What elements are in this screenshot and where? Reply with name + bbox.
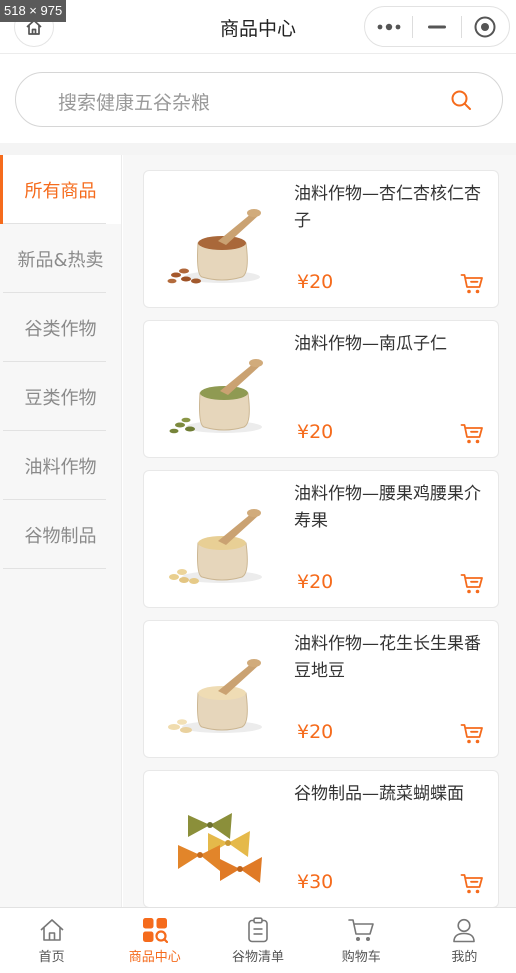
product-card[interactable]: 油料作物—南瓜子仁 ¥20 xyxy=(143,320,499,458)
tab-label: 商品中心 xyxy=(128,950,181,965)
product-price: ¥20 xyxy=(297,271,334,293)
more-dots-icon xyxy=(377,23,401,30)
sidebar-item-grain-products[interactable]: 谷物制品 xyxy=(0,500,121,569)
tab-label: 购物车 xyxy=(341,950,381,965)
sidebar-item-label: 新品&热卖 xyxy=(17,249,104,271)
product-price: ¥20 xyxy=(297,721,334,743)
add-to-cart-icon[interactable] xyxy=(460,723,484,745)
product-price: ¥20 xyxy=(297,421,334,443)
tab-grain-list[interactable]: 谷物清单 xyxy=(206,908,309,973)
minimize-icon xyxy=(427,25,446,28)
product-card[interactable]: 油料作物—腰果鸡腰果介寿果 ¥20 xyxy=(143,470,499,608)
cart-icon xyxy=(348,919,375,941)
grid-icon xyxy=(142,918,168,943)
tab-cart[interactable]: 购物车 xyxy=(310,908,413,973)
search-placeholder: 搜索健康五谷杂粮 xyxy=(58,92,211,114)
minimize-button[interactable] xyxy=(413,7,460,46)
product-image-farfalle-pasta xyxy=(178,813,262,883)
search-icon[interactable] xyxy=(450,89,472,111)
sidebar-item-label: 谷物制品 xyxy=(24,525,97,547)
product-card[interactable]: 油料作物—花生长生果番豆地豆 ¥20 xyxy=(143,620,499,758)
product-image-peanut-sack xyxy=(168,659,262,733)
tab-home[interactable]: 首页 xyxy=(0,908,103,973)
add-to-cart-icon[interactable] xyxy=(460,423,484,445)
sidebar-item-oil-crops[interactable]: 油料作物 xyxy=(0,431,121,500)
more-button[interactable] xyxy=(365,7,412,46)
clipboard-icon xyxy=(248,917,268,943)
product-price: ¥20 xyxy=(297,571,334,593)
nav-header: 518 × 975 商品中心 xyxy=(0,0,516,54)
add-to-cart-icon[interactable] xyxy=(460,573,484,595)
product-image-cashew-sack xyxy=(169,509,262,584)
mini-program-capsule xyxy=(364,6,510,47)
product-list: 油料作物—杏仁杏核仁杏子 ¥20 油料作物—南瓜子仁 ¥20 油料作物—腰果鸡腰… xyxy=(123,155,516,907)
sidebar-item-beans[interactable]: 豆类作物 xyxy=(0,362,121,431)
product-name: 油料作物—腰果鸡腰果介寿果 xyxy=(294,484,481,531)
add-to-cart-icon[interactable] xyxy=(460,873,484,895)
sidebar-item-label: 谷类作物 xyxy=(24,318,97,340)
product-image-pumpkin-seed-sack xyxy=(169,359,263,434)
product-name: 油料作物—杏仁杏核仁杏子 xyxy=(294,184,481,231)
sidebar-item-new-hot[interactable]: 新品&热卖 xyxy=(0,224,121,293)
sidebar-item-grains[interactable]: 谷类作物 xyxy=(0,293,121,362)
sidebar-item-all-products[interactable]: 所有商品 xyxy=(0,155,121,224)
search-section: 搜索健康五谷杂粮 xyxy=(0,55,516,143)
close-button[interactable] xyxy=(462,7,509,46)
tab-label: 我的 xyxy=(451,950,478,965)
sidebar-item-label: 油料作物 xyxy=(24,456,97,478)
tab-label: 首页 xyxy=(38,950,65,965)
section-divider xyxy=(0,143,516,155)
user-icon xyxy=(453,918,476,943)
product-price: ¥30 xyxy=(297,871,334,893)
product-name: 油料作物—南瓜子仁 xyxy=(294,334,447,354)
tab-mine[interactable]: 我的 xyxy=(413,908,516,973)
tab-label: 谷物清单 xyxy=(232,950,285,965)
home-icon xyxy=(40,919,64,941)
product-card[interactable]: 谷物制品—蔬菜蝴蝶面 ¥30 xyxy=(143,770,499,907)
target-close-icon xyxy=(474,16,496,37)
sidebar-item-label: 豆类作物 xyxy=(24,387,97,409)
product-card[interactable]: 油料作物—杏仁杏核仁杏子 ¥20 xyxy=(143,170,499,308)
product-name: 谷物制品—蔬菜蝴蝶面 xyxy=(294,784,464,804)
product-image-almond-sack xyxy=(167,209,261,284)
sidebar-item-label: 所有商品 xyxy=(24,180,97,202)
product-name: 油料作物—花生长生果番豆地豆 xyxy=(294,634,481,681)
search-input[interactable]: 搜索健康五谷杂粮 xyxy=(15,72,503,127)
tab-product-center[interactable]: 商品中心 xyxy=(103,908,206,973)
category-sidebar: 所有商品 新品&热卖 谷类作物 豆类作物 油料作物 谷物制品 xyxy=(0,155,122,907)
bottom-tab-bar: 首页 商品中心 谷物清单 购物车 我的 xyxy=(0,907,516,973)
add-to-cart-icon[interactable] xyxy=(460,273,484,295)
